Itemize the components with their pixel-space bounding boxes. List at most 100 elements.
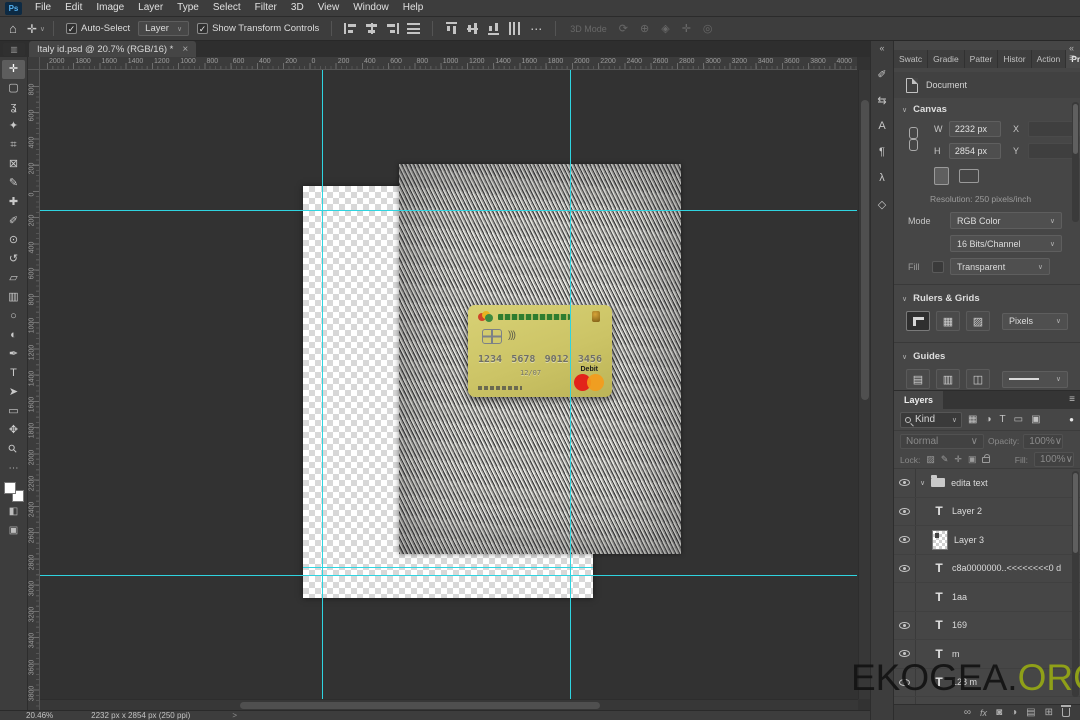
- tool-path-selection-icon[interactable]: ➤: [2, 383, 25, 402]
- workspace-icon[interactable]: ▥: [3, 43, 25, 56]
- lock-artboard-icon[interactable]: ▣: [968, 454, 977, 465]
- clone-source-icon[interactable]: ⇆: [872, 90, 892, 110]
- lock-transparency-icon[interactable]: ▨: [926, 454, 935, 465]
- guide-horizontal-2[interactable]: [40, 575, 857, 576]
- layer-effects-icon[interactable]: fx: [980, 706, 987, 720]
- menu-select[interactable]: Select: [206, 0, 248, 16]
- filter-adjustment-layers-icon[interactable]: ◑: [985, 414, 991, 425]
- layer-visibility-toggle[interactable]: [894, 583, 916, 611]
- layer-row-5[interactable]: T169: [894, 612, 1080, 641]
- adjustment-layer-icon[interactable]: ◑: [1011, 706, 1017, 720]
- clear-guides-button[interactable]: ◫: [966, 369, 990, 389]
- rulers-grids-section-header[interactable]: ∨Rulers & Grids: [894, 287, 1080, 308]
- layer-row-6[interactable]: Tm: [894, 640, 1080, 669]
- tool-marquee-icon[interactable]: ▢: [2, 79, 25, 98]
- tool-blur-icon[interactable]: ○: [2, 307, 25, 326]
- scrollbar-thumb[interactable]: [861, 100, 869, 400]
- horizontal-scrollbar[interactable]: [40, 699, 858, 710]
- toggle-pixel-grid-button[interactable]: ▨: [966, 311, 990, 331]
- delete-layer-icon[interactable]: [1062, 708, 1070, 717]
- color-mode-select[interactable]: RGB Color∨: [950, 212, 1062, 229]
- layers-scrollbar[interactable]: [1072, 471, 1079, 697]
- link-layers-icon[interactable]: ∞: [964, 706, 971, 720]
- filter-pixel-layers-icon[interactable]: ▦: [968, 414, 977, 425]
- menu-edit[interactable]: Edit: [58, 0, 89, 16]
- align-bottom-icon[interactable]: [488, 22, 499, 35]
- align-center-horizontal-icon[interactable]: [365, 23, 378, 34]
- photoshop-logo-icon[interactable]: Ps: [5, 2, 22, 15]
- move-tool-preset-icon[interactable]: ✛: [27, 22, 37, 36]
- add-layer-mask-icon[interactable]: ◙: [996, 706, 1002, 720]
- add-vertical-guide-button[interactable]: ▥: [936, 369, 960, 389]
- scrollbar-thumb[interactable]: [240, 702, 600, 709]
- layer-row-8[interactable]: T01.01.1990: [894, 697, 1080, 704]
- lock-position-icon[interactable]: ✛: [954, 454, 962, 465]
- glyphs-panel-icon[interactable]: λ: [872, 168, 892, 188]
- fill-select[interactable]: Transparent∨: [950, 258, 1050, 275]
- auto-select-target-select[interactable]: Layer ∨: [138, 21, 189, 36]
- filter-shape-layers-icon[interactable]: ▭: [1014, 414, 1023, 425]
- libraries-icon[interactable]: ◇: [872, 194, 892, 214]
- menu-image[interactable]: Image: [89, 0, 131, 16]
- layer-row-7[interactable]: T128 m: [894, 669, 1080, 698]
- collapse-panels-icon[interactable]: «: [879, 43, 884, 53]
- tab-patter[interactable]: Patter: [965, 50, 999, 68]
- panel-menu-icon[interactable]: ≡: [1069, 53, 1075, 64]
- distribute-horizontal-icon[interactable]: [407, 23, 420, 34]
- menu-filter[interactable]: Filter: [248, 0, 284, 16]
- tool-gradient-icon[interactable]: ▥: [2, 288, 25, 307]
- layer-row-1[interactable]: TLayer 2: [894, 498, 1080, 527]
- align-left-icon[interactable]: [344, 23, 357, 34]
- layer-visibility-toggle[interactable]: [894, 669, 916, 697]
- status-options-icon[interactable]: >: [232, 711, 237, 720]
- layer-row-0[interactable]: ∨edita text: [894, 469, 1080, 498]
- menu-3d[interactable]: 3D: [284, 0, 311, 16]
- layer-visibility-toggle[interactable]: [894, 697, 916, 704]
- menu-type[interactable]: Type: [170, 0, 206, 16]
- landscape-orientation-button[interactable]: [959, 169, 979, 183]
- brush-settings-icon[interactable]: ✐: [872, 64, 892, 84]
- width-input[interactable]: 2232 px: [949, 121, 1001, 137]
- properties-scrollbar[interactable]: [1072, 102, 1079, 222]
- tab-layers[interactable]: Layers: [894, 391, 943, 409]
- guide-vertical-2[interactable]: [570, 70, 571, 699]
- canvas[interactable]: ))) 1234567890123456 12/07 Debit: [40, 70, 857, 699]
- home-icon[interactable]: ⌂: [9, 21, 17, 36]
- layer-row-2[interactable]: Layer 3: [894, 526, 1080, 555]
- distribute-vertical-icon[interactable]: [509, 22, 520, 35]
- lock-pixels-icon[interactable]: ✎: [941, 454, 949, 465]
- auto-select-checkbox[interactable]: ✓ Auto-Select: [66, 23, 130, 34]
- link-dimensions-icon[interactable]: [908, 127, 917, 153]
- guide-horizontal-1[interactable]: [40, 210, 857, 211]
- canvas-section-header[interactable]: ∨ Canvas: [894, 98, 1080, 119]
- tool-healing-icon[interactable]: ✚: [2, 193, 25, 212]
- layer-visibility-toggle[interactable]: [894, 555, 916, 583]
- tool-dodge-icon[interactable]: ◐: [2, 326, 25, 345]
- tab-gradie[interactable]: Gradie: [928, 50, 965, 68]
- align-right-icon[interactable]: [386, 23, 399, 34]
- layer-visibility-toggle[interactable]: [894, 498, 916, 526]
- character-panel-icon[interactable]: A: [872, 116, 892, 136]
- guide-color-select[interactable]: ∨: [1002, 371, 1068, 388]
- toggle-rulers-button[interactable]: [906, 311, 930, 331]
- add-horizontal-guide-button[interactable]: ▤: [906, 369, 930, 389]
- layers-menu-icon[interactable]: ≡: [1069, 394, 1075, 405]
- tool-eraser-icon[interactable]: ▱: [2, 269, 25, 288]
- toggle-grid-button[interactable]: ▦: [936, 311, 960, 331]
- close-tab-icon[interactable]: ×: [182, 44, 188, 55]
- guides-section-header[interactable]: ∨Guides: [894, 345, 1080, 366]
- tool-brush-icon[interactable]: ✐: [2, 212, 25, 231]
- filter-type-layers-icon[interactable]: T: [1000, 414, 1006, 425]
- horizontal-ruler[interactable]: 2000180016001400120010008006004002000200…: [40, 57, 857, 70]
- zoom-level[interactable]: 20.46%: [26, 711, 53, 720]
- menu-file[interactable]: File: [28, 0, 58, 16]
- tab-swatc[interactable]: Swatc: [894, 50, 928, 68]
- ruler-origin-corner[interactable]: [28, 57, 40, 70]
- show-transform-checkbox[interactable]: ✓ Show Transform Controls: [197, 23, 319, 34]
- guide-vertical-1[interactable]: [322, 70, 323, 699]
- collapse-panels-icon[interactable]: «: [1069, 43, 1074, 53]
- new-group-icon[interactable]: ▤: [1026, 706, 1035, 720]
- tool-move-icon[interactable]: ✛: [2, 60, 25, 79]
- vertical-scrollbar[interactable]: [858, 70, 870, 699]
- tab-histor[interactable]: Histor: [998, 50, 1031, 68]
